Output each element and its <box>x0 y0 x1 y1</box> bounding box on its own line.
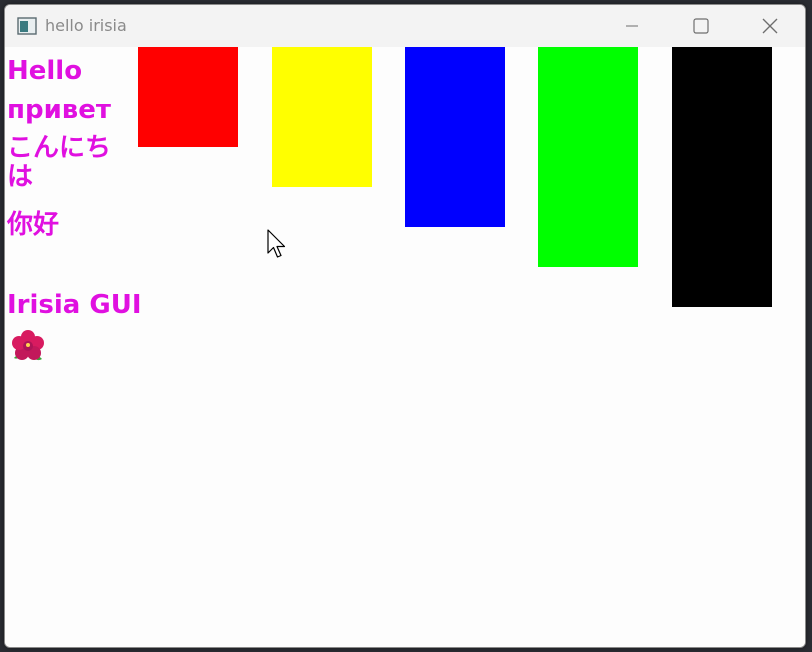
maximize-button[interactable] <box>678 5 724 47</box>
app-icon <box>17 17 37 35</box>
hibiscus-flower-icon <box>12 330 44 361</box>
green-rectangle <box>538 47 638 267</box>
app-window: hello irisia Hello привет こんにちは 你好 Irisi… <box>4 4 806 648</box>
yellow-rectangle <box>272 47 372 187</box>
greeting-japanese: こんにちは <box>7 133 112 192</box>
minimize-button[interactable] <box>609 5 655 47</box>
close-button[interactable] <box>747 5 793 47</box>
minimize-icon <box>626 25 638 27</box>
maximize-icon <box>693 18 709 34</box>
greeting-english: Hello <box>7 56 83 86</box>
blue-rectangle <box>405 47 505 227</box>
app-canvas: Hello привет こんにちは 你好 Irisia GUI <box>5 47 805 647</box>
close-icon <box>762 18 778 34</box>
mouse-cursor-icon <box>267 229 286 258</box>
app-name-label: Irisia GUI <box>7 290 142 320</box>
title-bar[interactable]: hello irisia <box>5 5 805 47</box>
greeting-russian: привет <box>7 95 111 125</box>
window-title: hello irisia <box>45 16 127 35</box>
red-rectangle <box>138 47 238 147</box>
black-rectangle <box>672 47 772 307</box>
greeting-chinese: 你好 <box>7 210 60 240</box>
